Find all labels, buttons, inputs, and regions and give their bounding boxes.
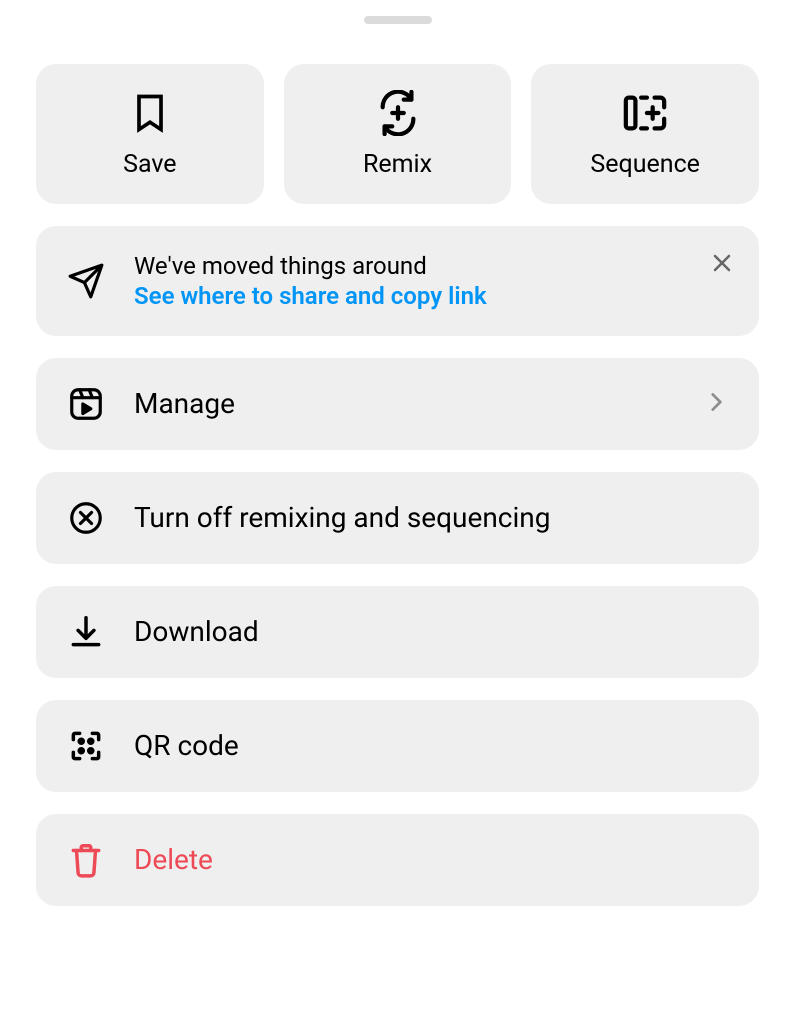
qr-code-icon <box>66 726 106 766</box>
delete-label: Delete <box>134 843 213 877</box>
sequence-label: Sequence <box>590 150 700 179</box>
send-icon <box>66 261 106 301</box>
download-row[interactable]: Download <box>36 586 759 678</box>
save-button[interactable]: Save <box>36 64 264 204</box>
trash-icon <box>66 840 106 880</box>
remix-icon <box>375 90 421 136</box>
manage-row[interactable]: Manage <box>36 358 759 450</box>
info-banner-text: We've moved things around See where to s… <box>134 252 487 310</box>
qr-code-row[interactable]: QR code <box>36 700 759 792</box>
action-sheet: Save Remix <box>0 0 795 964</box>
sheet-grabber-wrap <box>36 0 759 64</box>
sheet-grabber[interactable] <box>364 16 432 24</box>
sequence-button[interactable]: Sequence <box>531 64 759 204</box>
download-label: Download <box>134 615 259 649</box>
info-banner-link[interactable]: See where to share and copy link <box>134 282 487 310</box>
qr-code-label: QR code <box>134 729 239 763</box>
remix-label: Remix <box>363 150 432 179</box>
save-label: Save <box>123 150 176 179</box>
download-icon <box>66 612 106 652</box>
manage-label: Manage <box>134 387 235 421</box>
remix-button[interactable]: Remix <box>284 64 512 204</box>
top-actions-row: Save Remix <box>36 64 759 204</box>
circle-x-icon <box>66 498 106 538</box>
bookmark-icon <box>127 90 173 136</box>
reel-manage-icon <box>66 384 106 424</box>
info-banner[interactable]: We've moved things around See where to s… <box>36 226 759 336</box>
sequence-icon <box>622 90 668 136</box>
turn-off-remixing-row[interactable]: Turn off remixing and sequencing <box>36 472 759 564</box>
turn-off-remixing-label: Turn off remixing and sequencing <box>134 501 550 535</box>
delete-row[interactable]: Delete <box>36 814 759 906</box>
chevron-right-icon <box>703 389 729 419</box>
close-icon[interactable] <box>707 248 737 278</box>
info-banner-title: We've moved things around <box>134 252 487 280</box>
